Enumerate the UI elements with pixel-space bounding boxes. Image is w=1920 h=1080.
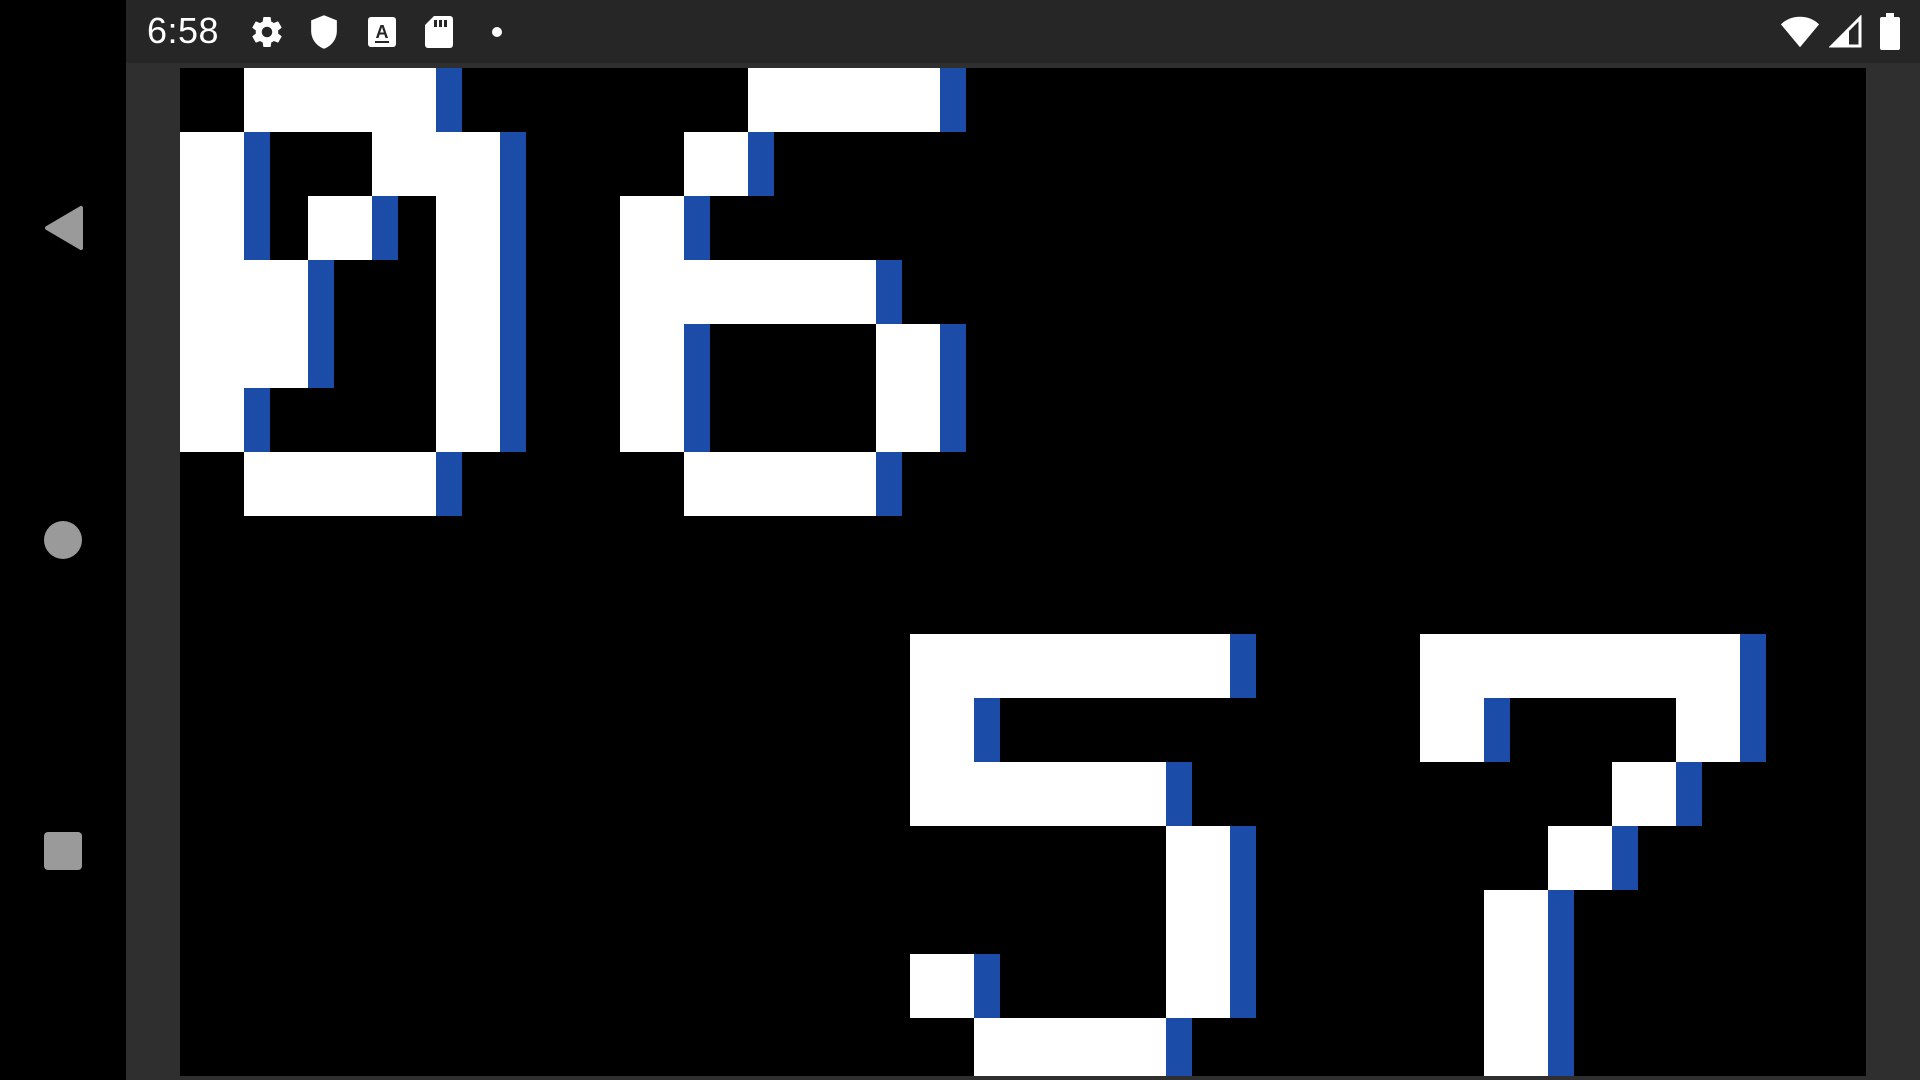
recents-button[interactable] <box>30 818 96 884</box>
back-button[interactable] <box>30 195 96 261</box>
dot-icon <box>477 12 517 52</box>
minute-ones-digit <box>1420 634 1766 1076</box>
status-time: 6:58 <box>147 10 220 51</box>
minute-tens-digit <box>910 634 1256 1076</box>
settings-icon <box>247 12 287 52</box>
a-font-icon: A <box>362 12 402 52</box>
pixel-clock[interactable] <box>180 68 1866 1076</box>
back-icon <box>45 206 83 250</box>
shield-icon <box>304 12 344 52</box>
svg-text:A: A <box>376 22 389 42</box>
home-button[interactable] <box>30 507 96 573</box>
signal-icon <box>1826 12 1866 52</box>
hour-tens-digit <box>180 68 526 516</box>
sd-card-icon <box>419 12 459 52</box>
home-icon <box>44 521 82 559</box>
status-bar: 6:58 A <box>126 0 1920 63</box>
hour-ones-digit <box>620 68 966 516</box>
wifi-icon <box>1780 12 1820 52</box>
screen: 6:58 A <box>0 0 1920 1080</box>
navigation-bar <box>0 0 126 1080</box>
clock-display <box>180 68 1766 1076</box>
recents-icon <box>44 832 82 870</box>
battery-icon <box>1870 12 1910 52</box>
